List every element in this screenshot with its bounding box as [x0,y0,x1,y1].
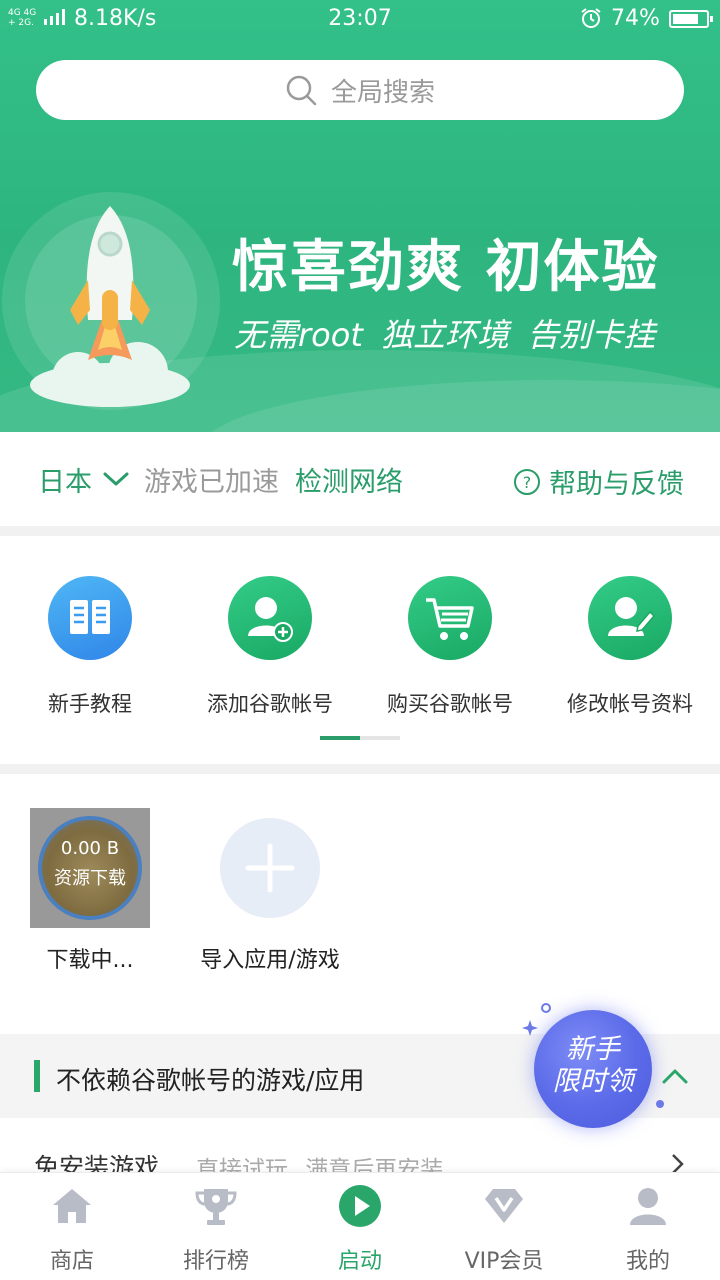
newbie-promo-badge[interactable]: 新手 限时领 [520,998,670,1138]
feature-edit-account[interactable]: 修改帐号资料 [540,576,720,718]
help-feedback-link[interactable]: ? 帮助与反馈 [513,462,684,501]
hero-banner[interactable]: 4G 4G + 2G. 8.18K/s 23:07 74% 全局搜索 惊喜劲爽 … [0,0,720,432]
rocket-icon [30,206,190,407]
import-app-label: 导入应用/游戏 [200,948,340,973]
downloading-app-icon[interactable]: 0.00 B 资源下载 [30,808,150,928]
bottom-nav: 商店 排行榜 启动 VIP会员 我的 [0,1172,720,1280]
chevron-down-icon[interactable] [102,469,130,489]
hero-subtitle: 无需root 独立环境 告别卡挂 [234,316,656,354]
app-list: 0.00 B 资源下载 下载中... 导入应用/游戏 [0,774,720,1034]
nav-launch[interactable]: 启动 [288,1183,432,1275]
divider [0,526,720,536]
plus-icon [245,843,295,893]
book-icon [48,576,132,660]
hero-title: 惊喜劲爽 初体验 [232,235,660,300]
status-bar: 4G 4G + 2G. 8.18K/s 23:07 74% [0,0,720,40]
feature-label: 修改帐号资料 [567,692,693,716]
help-icon: ? [514,468,540,495]
region-selector[interactable]: 日本 [38,460,92,499]
nav-store[interactable]: 商店 [0,1183,144,1275]
nav-label: VIP会员 [464,1249,544,1274]
nav-vip[interactable]: VIP会员 [432,1183,576,1275]
download-size: 0.00 B [60,838,120,859]
page-indicator-active [320,736,360,740]
svg-text:?: ? [523,473,532,492]
search-icon [286,75,317,106]
app-name: 下载中... [46,948,134,973]
section-accent-bar [34,1060,40,1092]
feature-label: 新手教程 [48,692,132,716]
add-account-icon [228,576,312,660]
acceleration-status: 游戏已加速 [144,466,279,498]
feature-add-google-account[interactable]: 添加谷歌帐号 [180,576,360,718]
cart-icon [408,576,492,660]
promo-line-1: 新手 [566,1034,620,1065]
help-label: 帮助与反馈 [549,469,684,500]
nav-label: 我的 [625,1249,670,1274]
nav-mine[interactable]: 我的 [576,1183,720,1275]
section-title: 不依赖谷歌帐号的游戏/应用 [56,1066,365,1095]
play-icon [339,1185,381,1227]
chevron-right-icon [672,1154,684,1174]
detect-network-link[interactable]: 检测网络 [295,460,403,499]
trophy-icon [195,1189,237,1225]
list-item-desc: 直接试玩 满意后再安装 [196,1157,444,1174]
battery-percent: 74% [611,6,660,31]
search-placeholder: 全局搜索 [330,77,435,108]
promo-line-2: 限时领 [552,1066,634,1097]
region-bar: 日本 游戏已加速 检测网络 ? 帮助与反馈 [0,432,720,526]
page-indicator [320,736,400,740]
nav-label: 排行榜 [182,1249,249,1274]
divider [0,764,720,774]
feature-grid: 新手教程 添加谷歌帐号 购买谷歌帐号 修改帐号资料 [0,536,720,764]
edit-profile-icon [588,576,672,660]
nav-label: 启动 [337,1249,382,1274]
search-bar[interactable]: 全局搜索 [36,60,684,120]
feature-buy-google-account[interactable]: 购买谷歌帐号 [360,576,540,718]
download-status: 资源下载 [54,868,126,889]
feature-label: 购买谷歌帐号 [387,692,513,716]
nav-ranking[interactable]: 排行榜 [144,1183,288,1275]
alarm-icon [581,8,601,28]
vip-diamond-icon [485,1189,523,1223]
battery-icon [669,10,713,28]
promo-text: 新手 限时领 [534,1034,652,1098]
feature-label: 添加谷歌帐号 [207,692,333,716]
list-item-title: 免安装游戏 [34,1153,160,1174]
import-app-button[interactable] [220,818,320,918]
nav-label: 商店 [49,1249,94,1274]
home-icon [53,1189,91,1223]
user-icon [630,1188,666,1225]
feature-tutorial[interactable]: 新手教程 [0,576,180,718]
